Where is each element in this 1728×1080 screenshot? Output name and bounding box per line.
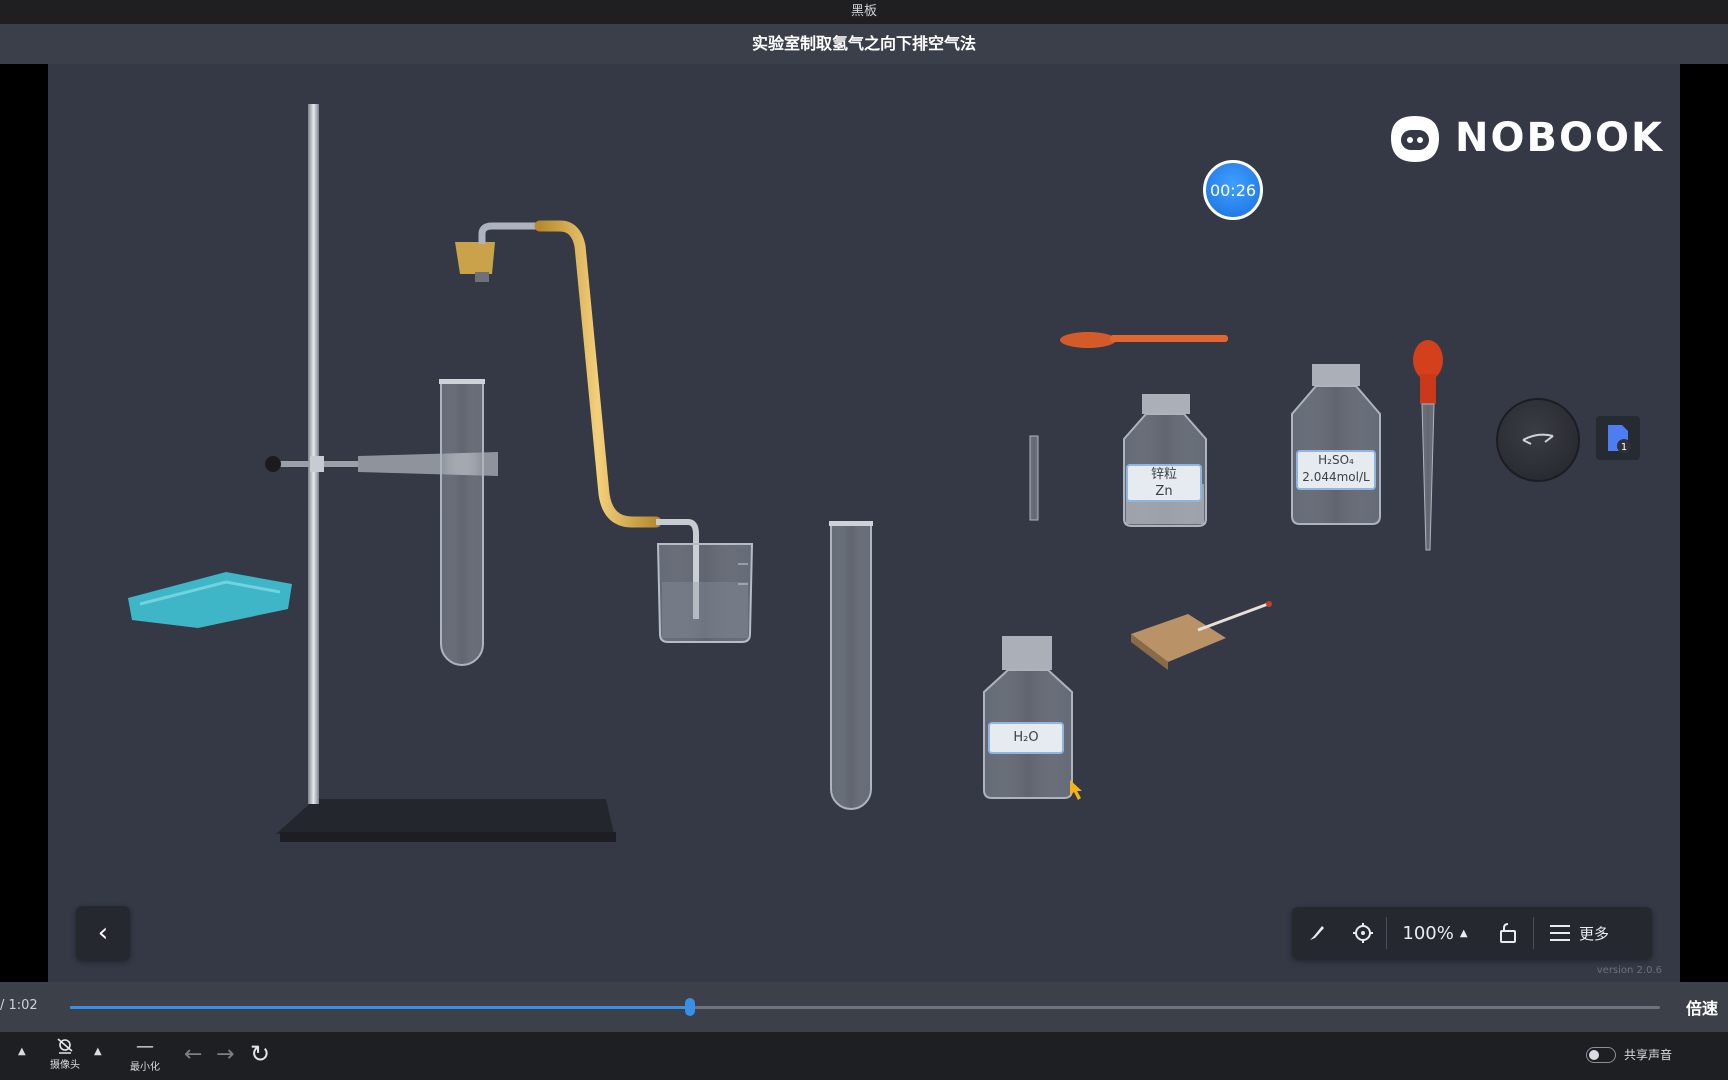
flip-view-button[interactable] (1496, 398, 1580, 482)
progress-track[interactable] (70, 998, 1660, 1016)
share-audio-toggle[interactable]: 共享声音 (1585, 1046, 1672, 1063)
mouse-cursor-icon (1070, 780, 1082, 800)
refresh-icon[interactable]: ↻ (250, 1040, 270, 1068)
robot-logo-icon (1391, 116, 1439, 162)
progress-handle[interactable] (685, 998, 696, 1016)
lab-apparatus (128, 104, 1443, 842)
clamped-test-tube[interactable] (439, 379, 485, 666)
brand-name: NOBOOK (1455, 115, 1664, 161)
arrow-right-icon[interactable]: → (216, 1042, 234, 1067)
camera-caret-icon[interactable]: ▲ (94, 1046, 102, 1057)
minimize-button[interactable]: — 最小化 (130, 1036, 160, 1073)
share-audio-label: 共享声音 (1623, 1048, 1672, 1062)
meeting-bottombar: ▲ 摄像头 ▲ — 最小化 ← → ↻ 共享声音 (0, 1032, 1728, 1080)
water-bottle-label: H₂O (988, 722, 1064, 754)
version-label: version 2.0.6 (1596, 965, 1662, 976)
more-button[interactable]: 更多 (1534, 907, 1624, 959)
zinc-bottle[interactable] (1123, 394, 1207, 527)
toggle-switch[interactable] (1585, 1046, 1616, 1063)
document-badge-button[interactable]: 1 (1596, 416, 1640, 460)
player-progress-row: / 1:02 倍速 (0, 982, 1728, 1032)
chevron-left-icon: ‹ (97, 918, 109, 948)
experiment-title: 实验室制取氢气之向下排空气法 (751, 34, 976, 53)
document-icon: 1 (1608, 425, 1631, 453)
swap-arrow-icon (1522, 433, 1554, 445)
medicine-spoon[interactable] (1060, 332, 1228, 348)
brush-icon (1310, 926, 1324, 940)
beaker[interactable] (656, 543, 754, 643)
video-stage: 锌粒 Zn H₂SO₄ 2.044mol/L H₂O NOBOOK 00:26 (0, 64, 1728, 982)
camera-off-icon (57, 1038, 73, 1054)
document-count: 1 (1621, 442, 1627, 453)
nobook-logo: NOBOOK (1383, 108, 1664, 168)
zinc-bottle-label: 锌粒 Zn (1126, 464, 1202, 502)
water-formula: H₂O (1013, 730, 1039, 745)
back-button[interactable]: ‹ (76, 906, 130, 960)
acid-formula: H₂SO₄ (1318, 453, 1354, 467)
sulfuric-acid-bottle[interactable] (1291, 364, 1381, 525)
water-bottle[interactable] (983, 636, 1073, 799)
more-label: 更多 (1578, 924, 1609, 943)
caret-up-icon: ▲ (1459, 927, 1468, 939)
mic-caret-icon[interactable]: ▲ (18, 1046, 26, 1057)
window-titlebar: 黑板 (0, 0, 1728, 24)
acid-bottle-label: H₂SO₄ 2.044mol/L (1296, 450, 1376, 490)
dropper[interactable] (1413, 340, 1443, 551)
glass-rod[interactable] (1029, 435, 1039, 521)
crosshair-icon (1353, 923, 1373, 943)
time-label: / 1:02 (0, 998, 38, 1013)
acid-concentration: 2.044mol/L (1302, 470, 1370, 484)
unlock-button[interactable] (1483, 907, 1533, 959)
minimize-icon: — (136, 1036, 154, 1057)
zinc-formula: Zn (1155, 484, 1173, 499)
zoom-select[interactable]: 100% ▲ (1387, 907, 1483, 959)
zinc-name: 锌粒 (1150, 467, 1177, 482)
camera-button[interactable]: 摄像头 (50, 1036, 80, 1071)
matchbox[interactable] (1131, 601, 1272, 670)
arrow-left-icon[interactable]: ← (184, 1042, 202, 1067)
lab-canvas: 锌粒 Zn H₂SO₄ 2.044mol/L H₂O NOBOOK 00:26 (48, 64, 1680, 982)
locate-button[interactable] (1340, 907, 1386, 959)
speed-button[interactable]: 倍速 (1686, 995, 1718, 1019)
empty-test-tube[interactable] (829, 521, 873, 810)
experiment-header: 实验室制取氢气之向下排空气法 (0, 24, 1728, 64)
timer-value: 00:26 (1209, 180, 1257, 200)
minimize-label: 最小化 (130, 1062, 160, 1073)
wet-towel[interactable] (128, 572, 292, 628)
canvas-toolbar: 100% ▲ 更多 (1292, 907, 1652, 959)
experiment-timer: 00:26 (1203, 160, 1263, 220)
zoom-value: 100% (1402, 922, 1454, 944)
camera-label: 摄像头 (50, 1060, 80, 1071)
menu-icon (1549, 925, 1570, 941)
unlock-icon (1500, 923, 1516, 943)
window-title: 黑板 (850, 4, 877, 19)
brush-button[interactable] (1292, 907, 1340, 959)
progress-fill (70, 1006, 691, 1009)
